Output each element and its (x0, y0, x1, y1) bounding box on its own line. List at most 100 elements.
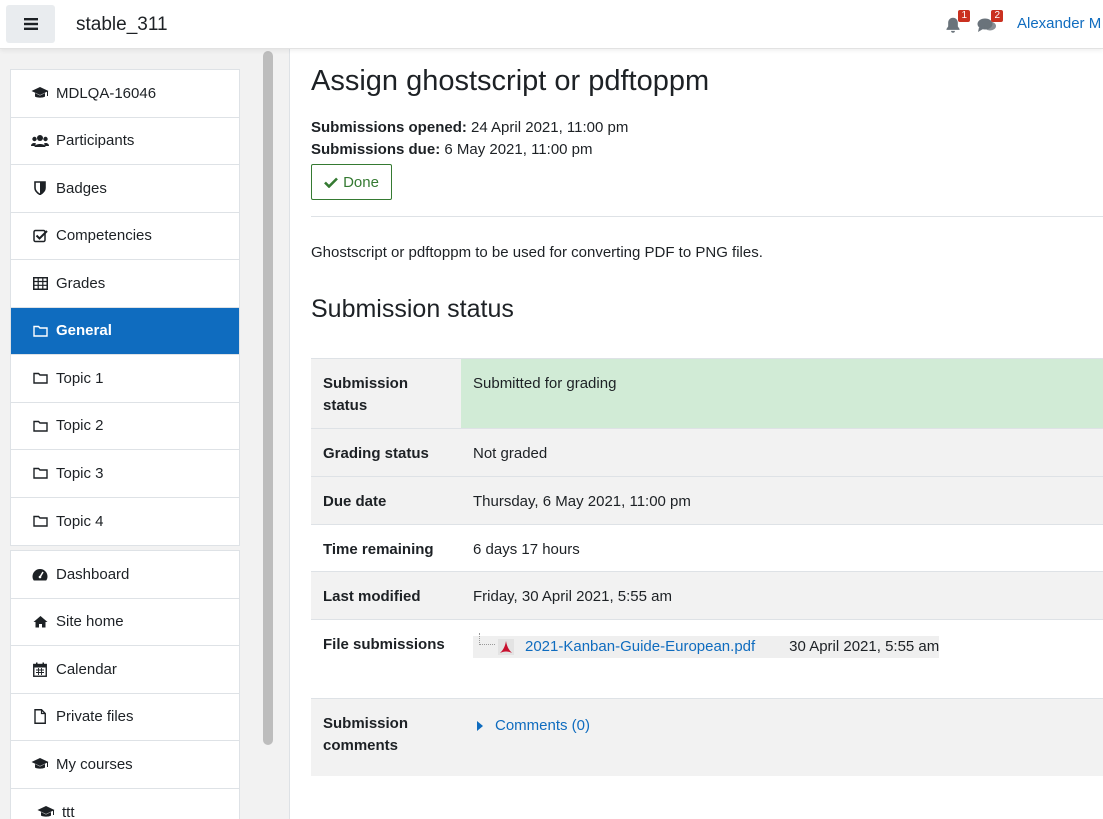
graduation-cap-icon (37, 804, 55, 819)
nav-item-topic-4[interactable]: Topic 4 (11, 498, 239, 546)
nav-item-calendar[interactable]: Calendar (11, 646, 239, 694)
due-date-line: Submissions due: 6 May 2021, 11:00 pm (311, 139, 628, 161)
calendar-icon (31, 661, 49, 677)
drawer-scrollbar[interactable] (263, 51, 273, 745)
nav-item-label: Competencies (56, 227, 152, 245)
users-icon (31, 133, 49, 149)
home-icon (31, 614, 49, 630)
dashboard-icon (31, 566, 49, 582)
opened-value: 24 April 2021, 11:00 pm (471, 119, 629, 136)
file-date: 30 April 2021, 5:55 am (789, 638, 940, 655)
nav-item-label: Participants (56, 132, 135, 150)
opened-date-line: Submissions opened: 24 April 2021, 11:00… (311, 117, 628, 139)
tree-connector (479, 633, 495, 645)
nav-item-dashboard[interactable]: Dashboard (11, 551, 239, 599)
comments-toggle[interactable]: Comments (0) (473, 715, 590, 737)
check-icon (324, 177, 338, 188)
menu-toggle-button[interactable] (6, 5, 55, 43)
row-header: File submissions (323, 636, 445, 653)
due-value: 6 May 2021, 11:00 pm (444, 141, 593, 158)
nav-item-label: My courses (56, 755, 133, 773)
row-header: Submission comments (323, 715, 409, 754)
table-row: Grading status Not graded (311, 428, 1103, 476)
nav-item-label: Dashboard (56, 565, 130, 583)
table-row: Submission comments Comments (0) (311, 698, 1103, 776)
main-content: Assign ghostscript or pdftoppm Submissio… (291, 49, 1103, 819)
nav-item-my-courses[interactable]: My courses (11, 741, 239, 789)
hamburger-icon (23, 18, 38, 30)
nav-item-topic-1[interactable]: Topic 1 (11, 355, 239, 403)
opened-label: Submissions opened: (311, 119, 467, 136)
submitted-file-link[interactable]: 2021-Kanban-Guide-European.pdf (525, 636, 755, 658)
table-icon (31, 275, 49, 291)
table-row: Due date Thursday, 6 May 2021, 11:00 pm (311, 476, 1103, 524)
submission-comments-value: Comments (0) (461, 699, 1103, 776)
nav-item-label: Private files (56, 708, 134, 726)
nav-item-grades[interactable]: Grades (11, 260, 239, 308)
caret-right-icon (477, 721, 483, 731)
nav-item-course[interactable]: MDLQA-16046 (11, 70, 239, 118)
graduation-cap-icon (31, 85, 49, 101)
nav-item-site-home[interactable]: Site home (11, 599, 239, 646)
nav-item-competencies[interactable]: Competencies (11, 213, 239, 260)
nav-item-topic-3[interactable]: Topic 3 (11, 450, 239, 498)
submission-status-value: Submitted for grading (461, 359, 1103, 428)
notifications-button[interactable]: 1 (944, 10, 970, 35)
row-header: Time remaining (323, 541, 434, 558)
nav-item-general[interactable]: General (11, 307, 239, 355)
nav-item-course-ttt[interactable]: ttt (11, 789, 239, 819)
page-title: Assign ghostscript or pdftoppm (311, 65, 710, 97)
folder-icon (31, 513, 49, 529)
folder-icon (31, 323, 49, 339)
folder-icon (31, 465, 49, 481)
file-submissions-value: 2021-Kanban-Guide-European.pdf 30 April … (461, 620, 1103, 698)
nav-item-private-files[interactable]: Private files (11, 694, 239, 741)
nav-item-label: ttt (62, 803, 75, 819)
grading-status-value: Not graded (473, 445, 548, 462)
nav-item-label: General (56, 322, 112, 340)
user-menu[interactable]: Alexander M (1017, 15, 1101, 32)
nav-item-topic-2[interactable]: Topic 2 (11, 403, 239, 450)
nav-item-participants[interactable]: Participants (11, 118, 239, 165)
row-header: Due date (323, 493, 387, 510)
time-remaining-value: 6 days 17 hours (473, 541, 580, 558)
pdf-file-icon (497, 638, 515, 656)
nav-item-label: MDLQA-16046 (56, 84, 157, 102)
shield-icon (31, 180, 49, 196)
last-modified-value: Friday, 30 April 2021, 5:55 am (473, 588, 672, 605)
messages-button[interactable]: 2 (977, 10, 1003, 35)
nav-item-label: Topic 4 (56, 512, 104, 530)
nav-item-label: Topic 3 (56, 464, 104, 482)
due-date-value: Thursday, 6 May 2021, 11:00 pm (473, 493, 691, 510)
nav-item-label: Topic 1 (56, 369, 104, 387)
nav-drawer: MDLQA-16046 Participants Badges Competen… (0, 49, 290, 819)
graduation-cap-icon (31, 756, 49, 772)
completion-done-button[interactable]: Done (311, 164, 392, 200)
table-row: Last modified Friday, 30 April 2021, 5:5… (311, 571, 1103, 619)
top-navbar: stable_311 1 2 Alexander M (0, 0, 1103, 49)
file-entry: 2021-Kanban-Guide-European.pdf 30 April … (473, 633, 940, 658)
table-row: Time remaining 6 days 17 hours (311, 524, 1103, 571)
nav-item-badges[interactable]: Badges (11, 165, 239, 213)
divider (311, 216, 1103, 217)
notifications-count-badge: 1 (958, 10, 970, 22)
nav-item-label: Calendar (56, 660, 117, 678)
done-label: Done (343, 173, 379, 191)
nav-item-label: Topic 2 (56, 417, 104, 435)
row-header: Grading status (323, 445, 429, 462)
file-icon (31, 709, 49, 725)
table-row: File submissions 2021-Kanban-Guide-Europ… (311, 619, 1103, 698)
row-header: Submission status (323, 375, 409, 414)
activity-dates: Submissions opened: 24 April 2021, 11:00… (311, 117, 628, 161)
nav-item-label: Badges (56, 179, 107, 197)
row-header: Last modified (323, 588, 421, 605)
course-nav-list: MDLQA-16046 Participants Badges Competen… (10, 69, 240, 546)
submission-status-table: Submission status Submitted for grading … (311, 358, 1103, 776)
section-title: Submission status (311, 295, 514, 323)
nav-item-label: Site home (56, 613, 124, 631)
table-row: Submission status Submitted for grading (311, 358, 1103, 428)
site-name[interactable]: stable_311 (76, 14, 168, 36)
folder-icon (31, 370, 49, 386)
messages-count-badge: 2 (991, 10, 1003, 22)
check-square-icon (31, 228, 49, 244)
